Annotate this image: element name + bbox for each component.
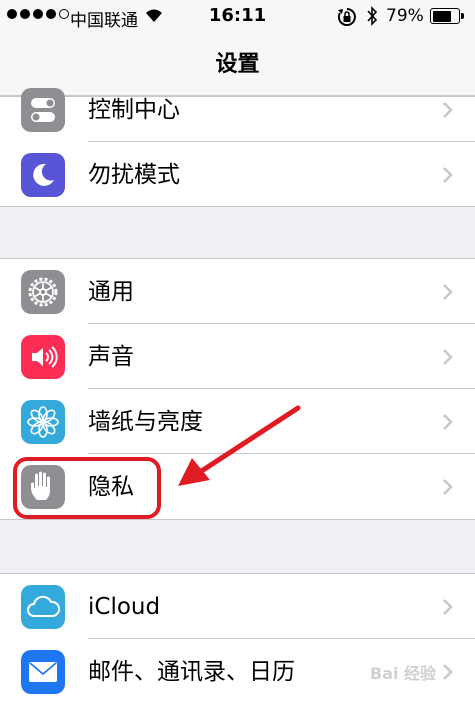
settings-row-icloud[interactable]: iCloud (0, 574, 475, 639)
battery-icon (430, 8, 464, 24)
chevron-right-icon (443, 284, 453, 300)
row-label: iCloud (88, 594, 161, 620)
privacy-highlight-box (13, 457, 161, 519)
bluetooth-icon (367, 6, 378, 26)
row-label: 勿扰模式 (88, 162, 180, 188)
annotation-arrow-icon (178, 405, 301, 486)
cloud-icon (21, 585, 65, 629)
chevron-right-icon (443, 414, 453, 430)
row-label: 通用 (88, 279, 134, 305)
chevron-right-icon (443, 664, 453, 680)
watermark: Bai 经验 (370, 664, 437, 683)
control-center-icon (21, 88, 65, 132)
settings-row-general[interactable]: 通用 (0, 259, 475, 324)
settings-group-1: 控制中心 勿扰模式 (0, 88, 475, 207)
rotation-lock-icon (337, 8, 356, 26)
settings-row-sounds[interactable]: 声音 (0, 324, 475, 389)
settings-group-3: iCloud 邮件、通讯录、日历 (0, 573, 475, 713)
gear-icon (21, 270, 65, 314)
mail-icon (21, 650, 65, 694)
chevron-right-icon (443, 102, 453, 118)
row-label: 邮件、通讯录、日历 (88, 659, 295, 685)
chevron-right-icon (443, 349, 453, 365)
battery-percent: 79% (386, 6, 424, 26)
speaker-icon (21, 335, 65, 379)
settings-row-control-center[interactable]: 控制中心 (0, 77, 475, 142)
chevron-right-icon (443, 167, 453, 183)
flower-icon (21, 400, 65, 444)
status-bar: 中国联通 16:11 79% (0, 0, 475, 34)
chevron-right-icon (443, 479, 453, 495)
row-label: 控制中心 (88, 97, 180, 123)
moon-icon (21, 153, 65, 197)
row-label: 声音 (88, 344, 134, 370)
settings-row-do-not-disturb[interactable]: 勿扰模式 (0, 142, 475, 207)
chevron-right-icon (443, 599, 453, 615)
page-title: 设置 (215, 52, 260, 77)
